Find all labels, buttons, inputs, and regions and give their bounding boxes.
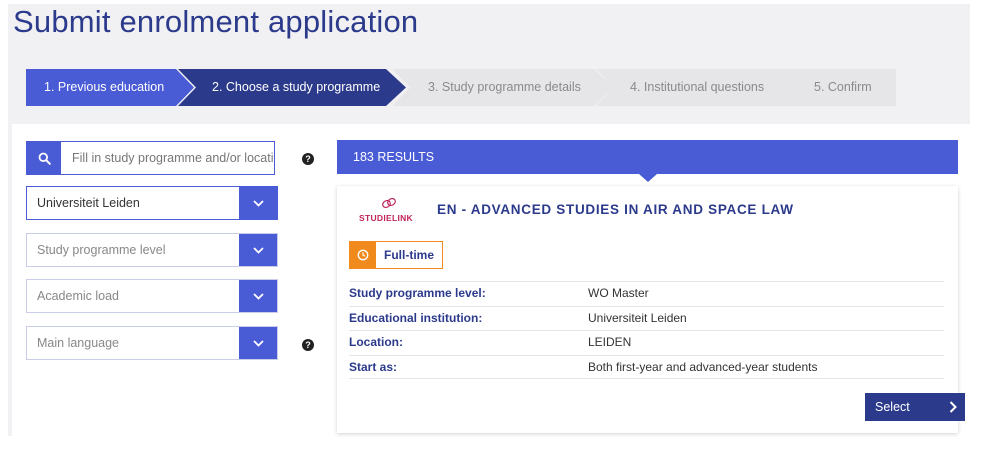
language-help-icon[interactable]: ? [302, 339, 314, 351]
step-choose-programme[interactable]: 2. Choose a study programme [178, 69, 406, 106]
chevron-down-icon[interactable] [239, 327, 277, 359]
chevron-down-icon[interactable] [239, 187, 277, 219]
select-button-label: Select [875, 400, 910, 414]
detail-key: Start as: [349, 359, 398, 374]
results-notch [639, 174, 657, 182]
academic-load-select[interactable]: Academic load [26, 279, 278, 313]
programme-level-select[interactable]: Study programme level [26, 233, 278, 267]
chevron-right-icon [949, 401, 957, 413]
results-bar: 183 RESULTS [337, 140, 958, 182]
institution-select-value: Universiteit Leiden [37, 196, 140, 210]
results-count: 183 RESULTS [353, 150, 435, 164]
programme-details: Study programme level: WO Master Educati… [349, 281, 944, 379]
step-label: 3. Study programme details [428, 80, 581, 94]
detail-row: Start as: Both first-year and advanced-y… [349, 354, 944, 379]
link-icon [382, 197, 396, 209]
page-title: Submit enrolment application [13, 4, 419, 39]
step-label: 4. Institutional questions [630, 80, 765, 94]
step-institutional-questions[interactable]: 4. Institutional questions [596, 69, 798, 106]
programme-level-placeholder: Study programme level [37, 243, 166, 257]
search-box [26, 141, 275, 175]
academic-load-placeholder: Academic load [37, 289, 119, 303]
chevron-down-icon[interactable] [239, 234, 277, 266]
programme-title[interactable]: EN - ADVANCED STUDIES IN AIR AND SPACE L… [437, 202, 794, 217]
search-icon [38, 152, 51, 165]
step-programme-details[interactable]: 3. Study programme details [392, 69, 614, 106]
detail-value: Universiteit Leiden [588, 310, 687, 325]
study-load-badge: Full-time [349, 241, 443, 269]
search-help-icon[interactable]: ? [302, 153, 314, 165]
page: Submit enrolment application 1. Previous… [0, 0, 987, 453]
select-programme-button[interactable]: Select [865, 393, 965, 421]
step-wizard: 1. Previous education 2. Choose a study … [26, 69, 896, 106]
main-language-placeholder: Main language [37, 336, 120, 350]
step-label: 5. Confirm [814, 80, 872, 94]
chevron-down-icon[interactable] [239, 280, 277, 312]
clock-icon [350, 242, 376, 268]
institution-select[interactable]: Universiteit Leiden [26, 186, 278, 220]
detail-key: Educational institution: [349, 310, 483, 325]
studielink-logo: STUDIELINK [359, 196, 417, 226]
search-button[interactable] [27, 142, 61, 174]
logo-text: STUDIELINK [359, 213, 413, 223]
detail-value: Both first-year and advanced-year studen… [588, 359, 818, 374]
step-label: 1. Previous education [44, 80, 165, 94]
step-previous-education[interactable]: 1. Previous education [26, 69, 194, 106]
step-confirm[interactable]: 5. Confirm [778, 69, 896, 106]
detail-row: Study programme level: WO Master [349, 281, 944, 306]
left-edge [8, 124, 12, 436]
detail-value: WO Master [588, 286, 649, 300]
main-language-select[interactable]: Main language [26, 326, 278, 360]
search-input[interactable] [61, 142, 274, 174]
step-label: 2. Choose a study programme [212, 80, 381, 94]
detail-row: Location: LEIDEN [349, 330, 944, 355]
detail-key: Study programme level: [349, 286, 486, 300]
detail-value: LEIDEN [588, 335, 632, 349]
detail-key: Location: [349, 335, 403, 349]
detail-row: Educational institution: Universiteit Le… [349, 305, 944, 331]
